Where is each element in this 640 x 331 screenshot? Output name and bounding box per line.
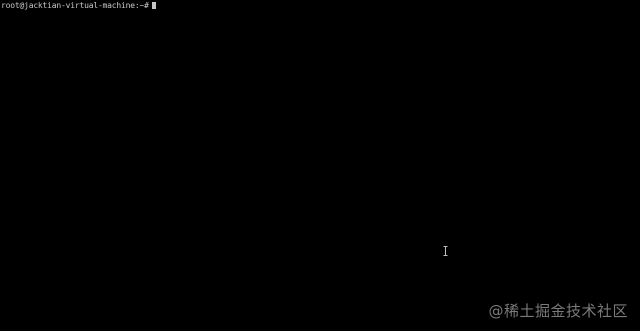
text-cursor-block [151, 2, 156, 9]
terminal-window[interactable]: root@jacktian-virtual-machine:~# @稀土掘金技术… [0, 0, 640, 331]
watermark: @稀土掘金技术社区 [488, 302, 628, 320]
text-cursor-icon [443, 246, 448, 256]
shell-prompt-line[interactable]: root@jacktian-virtual-machine:~# [1, 1, 156, 11]
shell-prompt: root@jacktian-virtual-machine:~# [1, 1, 149, 10]
